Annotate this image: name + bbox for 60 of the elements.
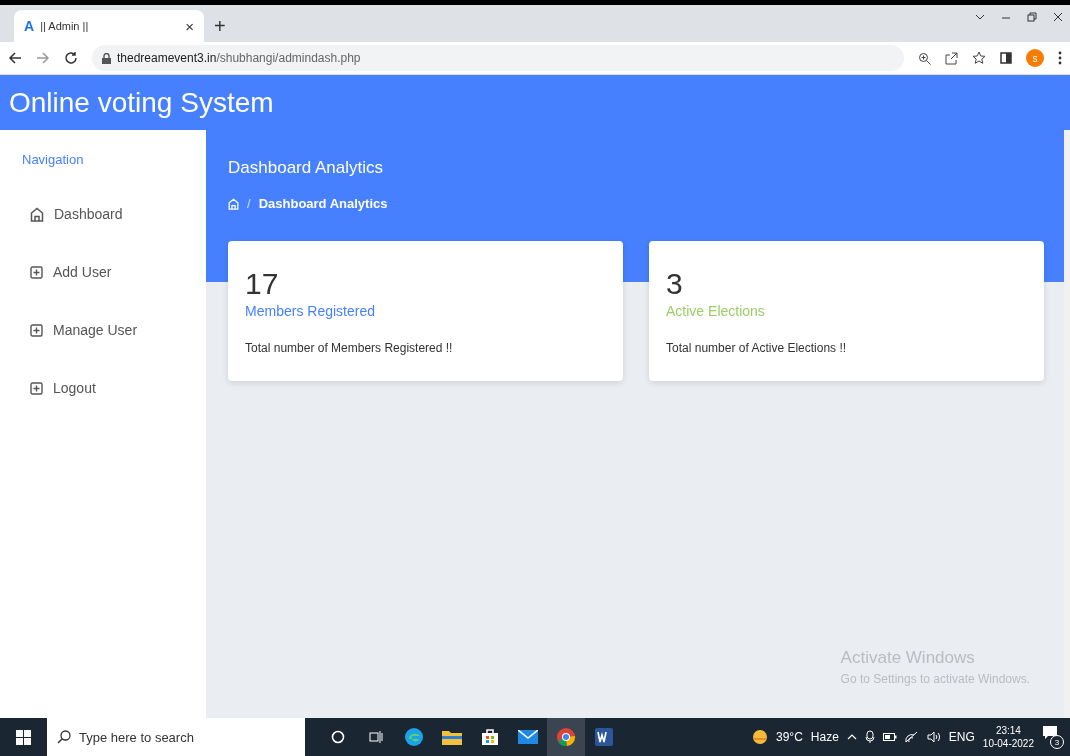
home-icon <box>30 206 44 222</box>
taskbar-search-field[interactable]: Type here to search <box>47 718 305 756</box>
sidebar-icon[interactable] <box>1000 52 1012 64</box>
word-icon[interactable] <box>595 728 613 746</box>
stat-label: Members Registered <box>245 303 376 319</box>
nav-item[interactable]: Manage User <box>22 305 202 355</box>
home-icon[interactable] <box>228 197 240 210</box>
breadcrumb-separator: / <box>247 196 251 211</box>
mail-icon[interactable] <box>518 730 538 744</box>
restore-icon[interactable] <box>1026 11 1038 23</box>
plus-square-icon <box>30 323 43 337</box>
chrome-icon[interactable] <box>556 727 576 747</box>
nav-item[interactable]: Logout <box>22 363 202 413</box>
meet-now-icon[interactable] <box>864 730 875 744</box>
windows-start-icon[interactable] <box>16 729 31 745</box>
browser-tab[interactable]: A || Admin || × <box>14 10 204 42</box>
back-icon[interactable] <box>8 51 22 65</box>
plus-square-icon <box>30 381 43 395</box>
stat-description: Total number of Active Elections !! <box>666 341 848 355</box>
notification-icon[interactable] <box>1042 725 1058 741</box>
scrollbar[interactable] <box>1064 130 1070 718</box>
reload-icon[interactable] <box>64 51 78 65</box>
forward-icon[interactable] <box>36 51 50 65</box>
favicon-icon: A <box>24 18 35 34</box>
volume-icon[interactable] <box>926 731 941 743</box>
more-icon[interactable] <box>1058 51 1062 65</box>
zoom-icon[interactable] <box>918 51 931 65</box>
breadcrumb-current: Dashboard Analytics <box>258 196 388 211</box>
tab-title: || Admin || <box>40 20 90 32</box>
edge-icon[interactable] <box>404 727 424 747</box>
share-icon[interactable] <box>945 51 958 65</box>
notification-count: 3 <box>1050 735 1064 749</box>
task-view-icon[interactable] <box>369 730 383 744</box>
stat-value: 17 <box>245 267 280 301</box>
cortana-icon[interactable] <box>331 730 345 744</box>
search-icon <box>57 730 71 744</box>
stat-value: 3 <box>666 267 684 301</box>
store-icon[interactable] <box>481 728 499 746</box>
address-bar[interactable]: thedreamevent3.in/shubhangi/admindash.php <box>92 45 904 71</box>
new-tab-button[interactable]: + <box>214 15 226 38</box>
star-icon[interactable] <box>972 51 986 65</box>
app-title: Online voting System <box>9 86 274 119</box>
plus-square-icon <box>30 265 43 279</box>
nav-item[interactable]: Add User <box>22 247 202 297</box>
chevron-up-icon[interactable] <box>846 732 857 742</box>
stat-label: Active Elections <box>666 303 766 319</box>
lock-icon <box>102 52 111 64</box>
stat-description: Total number of Members Registered !! <box>245 341 454 355</box>
weather-sun-icon <box>752 729 768 745</box>
nav-heading: Navigation <box>22 152 85 167</box>
clock[interactable]: 23:14 10-04-2022 <box>982 724 1034 750</box>
temperature-text: 39°C <box>776 730 803 744</box>
close-icon[interactable] <box>1052 11 1064 23</box>
nav-item[interactable]: Dashboard <box>22 189 202 239</box>
battery-icon[interactable] <box>882 732 897 742</box>
weather-text: Haze <box>810 730 839 744</box>
language-indicator[interactable]: ENG <box>948 730 975 744</box>
page-title: Dashboard Analytics <box>228 158 384 178</box>
close-tab-button[interactable]: × <box>185 17 194 35</box>
folder-icon[interactable] <box>442 729 462 745</box>
